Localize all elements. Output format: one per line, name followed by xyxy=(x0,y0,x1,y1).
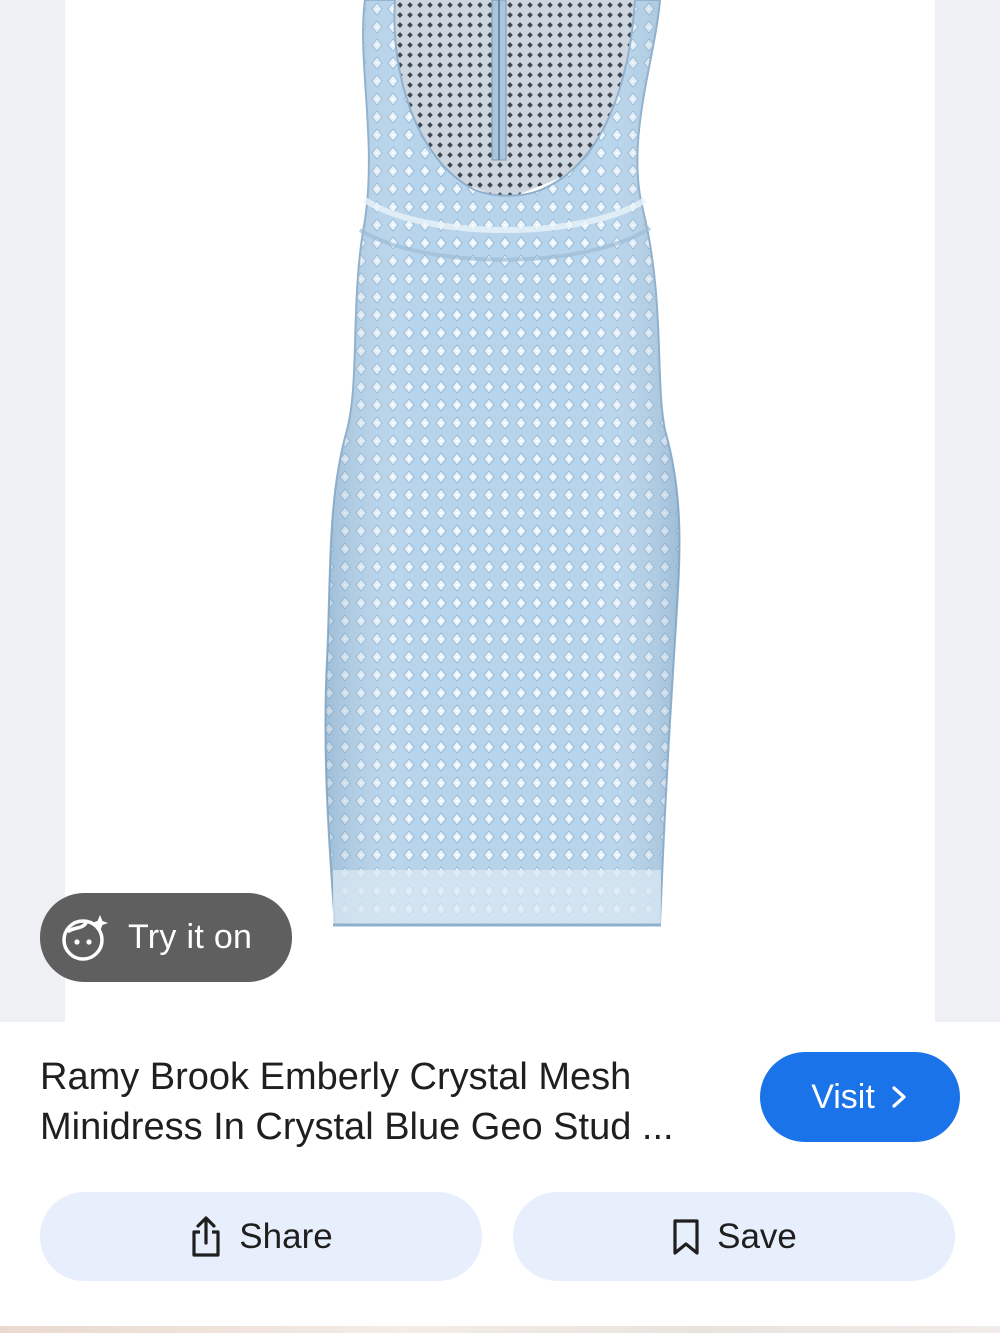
bookmark-icon xyxy=(673,1218,699,1255)
next-result-preview xyxy=(0,1326,1000,1333)
share-button[interactable]: Share xyxy=(40,1192,482,1281)
visit-label: Visit xyxy=(811,1077,875,1116)
save-button[interactable]: Save xyxy=(513,1192,955,1281)
dress-image xyxy=(324,0,681,927)
chevron-right-icon xyxy=(892,1086,906,1108)
visit-button[interactable]: Visit xyxy=(760,1052,960,1142)
try-it-on-label: Try it on xyxy=(128,918,253,956)
product-image[interactable] xyxy=(65,0,935,1022)
try-on-face-sparkle-icon xyxy=(62,914,108,961)
save-label: Save xyxy=(717,1216,797,1256)
share-label: Share xyxy=(239,1216,333,1256)
try-it-on-button[interactable]: Try it on xyxy=(40,893,292,982)
product-image-area: Try it on xyxy=(0,0,1000,1022)
product-title[interactable]: Ramy Brook Emberly Crystal Mesh Minidres… xyxy=(40,1052,730,1152)
share-icon xyxy=(192,1215,220,1257)
